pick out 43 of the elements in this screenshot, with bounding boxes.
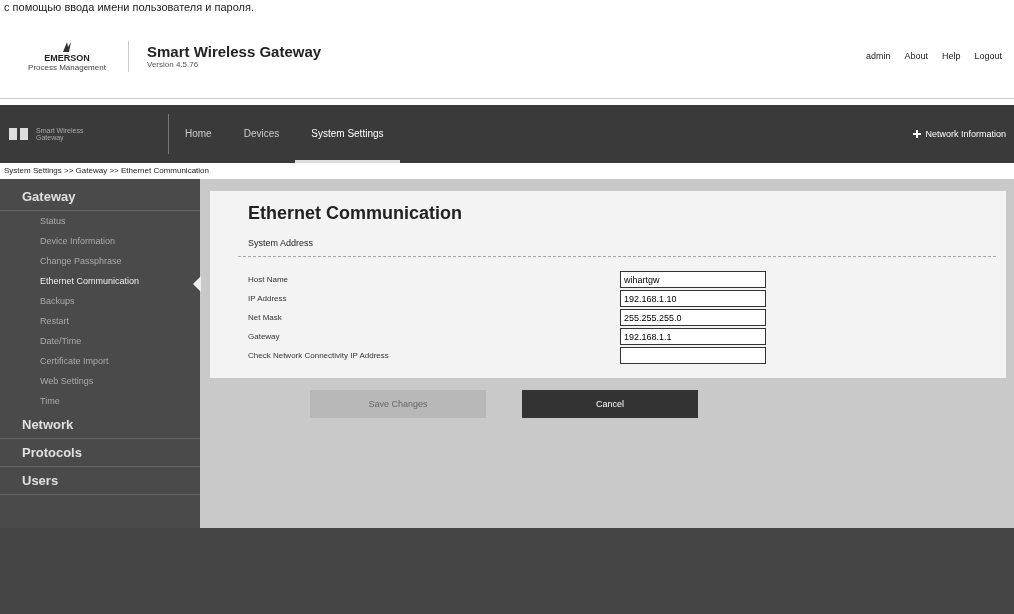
- input-field[interactable]: [620, 347, 766, 364]
- sidebar-item[interactable]: Web Settings: [0, 371, 200, 391]
- plus-icon: [913, 130, 922, 138]
- app-title: Smart Wireless Gateway: [147, 43, 323, 60]
- field-label: Check Network Connectivity IP Address: [248, 351, 390, 360]
- sidebar-item[interactable]: Backups: [0, 291, 200, 311]
- sidebar-section[interactable]: Network: [0, 411, 200, 439]
- sidebar-item[interactable]: Certificate Import: [0, 351, 200, 371]
- nav-tab[interactable]: System Settings: [295, 105, 400, 163]
- field-label: Net Mask: [248, 313, 283, 322]
- field-label: Gateway: [248, 332, 281, 341]
- gateway-logo-icon: [8, 127, 30, 141]
- caption-text: с помощью ввода имени пользователя и пароля.: [3, 0, 255, 14]
- header-link[interactable]: Help: [941, 51, 961, 61]
- sidebar-item[interactable]: Status: [0, 211, 200, 231]
- sidebar-item[interactable]: Ethernet Communication: [0, 271, 200, 291]
- sidebar-item[interactable]: Device Information: [0, 231, 200, 251]
- sidebar-item[interactable]: Restart: [0, 311, 200, 331]
- header-link[interactable]: About: [904, 51, 928, 61]
- nav-tab[interactable]: Home: [169, 105, 228, 163]
- sidebar-item[interactable]: Change Passphrase: [0, 251, 200, 271]
- panel-title: Ethernet Communication: [248, 203, 463, 224]
- section-heading: System Address: [238, 238, 996, 257]
- sidebar-section[interactable]: Gateway: [0, 183, 200, 211]
- sidebar-item[interactable]: Time: [0, 391, 200, 411]
- company-logo: EMERSON Process Management: [22, 40, 129, 72]
- input-field[interactable]: 192.168.1.1: [620, 328, 766, 345]
- header-link[interactable]: admin: [865, 51, 891, 61]
- sidebar-item[interactable]: Date/Time: [0, 331, 200, 351]
- field-label: IP Address: [248, 294, 288, 303]
- breadcrumb: System Settings >> Gateway >> Ethernet Communication: [3, 165, 210, 177]
- sidebar-section[interactable]: Users: [0, 467, 200, 495]
- version-text: Version 4.5.76: [147, 60, 200, 69]
- field-label: Host Name: [248, 275, 289, 284]
- form-button[interactable]: Cancel: [522, 390, 698, 418]
- network-info-link[interactable]: Network Information: [913, 129, 1006, 139]
- input-field[interactable]: 255.255.255.0: [620, 309, 766, 326]
- nav-tab[interactable]: Devices: [227, 105, 296, 163]
- logo-icon: [60, 40, 74, 53]
- sidebar-section[interactable]: Protocols: [0, 439, 200, 467]
- header-link[interactable]: Logout: [974, 51, 1002, 61]
- input-field[interactable]: 192.168.1.10: [620, 290, 766, 307]
- input-field[interactable]: wihartgw: [620, 271, 766, 288]
